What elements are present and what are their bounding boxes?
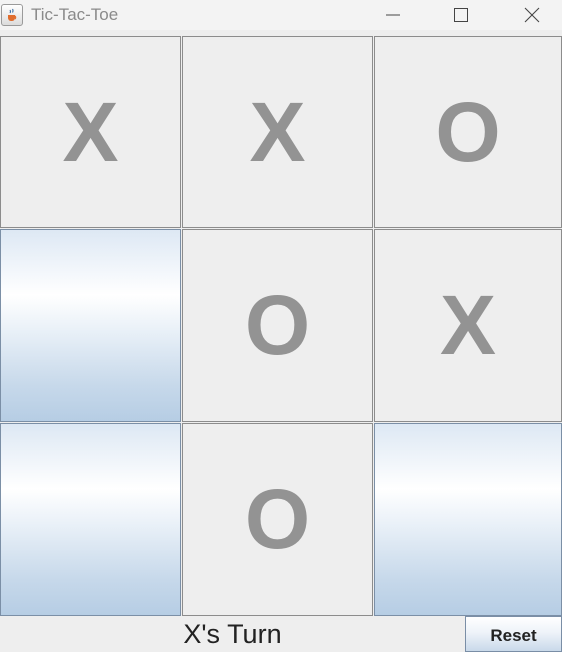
cell-2-1[interactable]: O (182, 423, 373, 616)
reset-button[interactable]: Reset (465, 616, 562, 652)
cell-0-0[interactable]: X (0, 36, 181, 228)
cell-0-2[interactable]: O (374, 36, 562, 228)
cell-2-2[interactable] (374, 423, 562, 616)
game-board: X X O O X O (0, 36, 562, 616)
maximize-button[interactable] (438, 0, 484, 30)
maximize-icon (454, 8, 468, 22)
cell-1-0[interactable] (0, 229, 181, 422)
minimize-button[interactable] (370, 0, 416, 30)
cell-2-0[interactable] (0, 423, 181, 616)
minimize-icon (386, 14, 400, 16)
window-title: Tic-Tac-Toe (31, 5, 119, 24)
cell-1-1[interactable]: O (182, 229, 373, 422)
title-bar: Tic-Tac-Toe (0, 0, 562, 30)
java-cup-icon (1, 4, 23, 26)
game-window: Tic-Tac-Toe X X O O X O X's Turn Reset (0, 0, 562, 652)
close-button[interactable] (509, 0, 555, 30)
cell-1-2[interactable]: X (374, 229, 562, 422)
close-icon (524, 7, 540, 23)
turn-status: X's Turn (183, 618, 282, 649)
cell-0-1[interactable]: X (182, 36, 373, 228)
